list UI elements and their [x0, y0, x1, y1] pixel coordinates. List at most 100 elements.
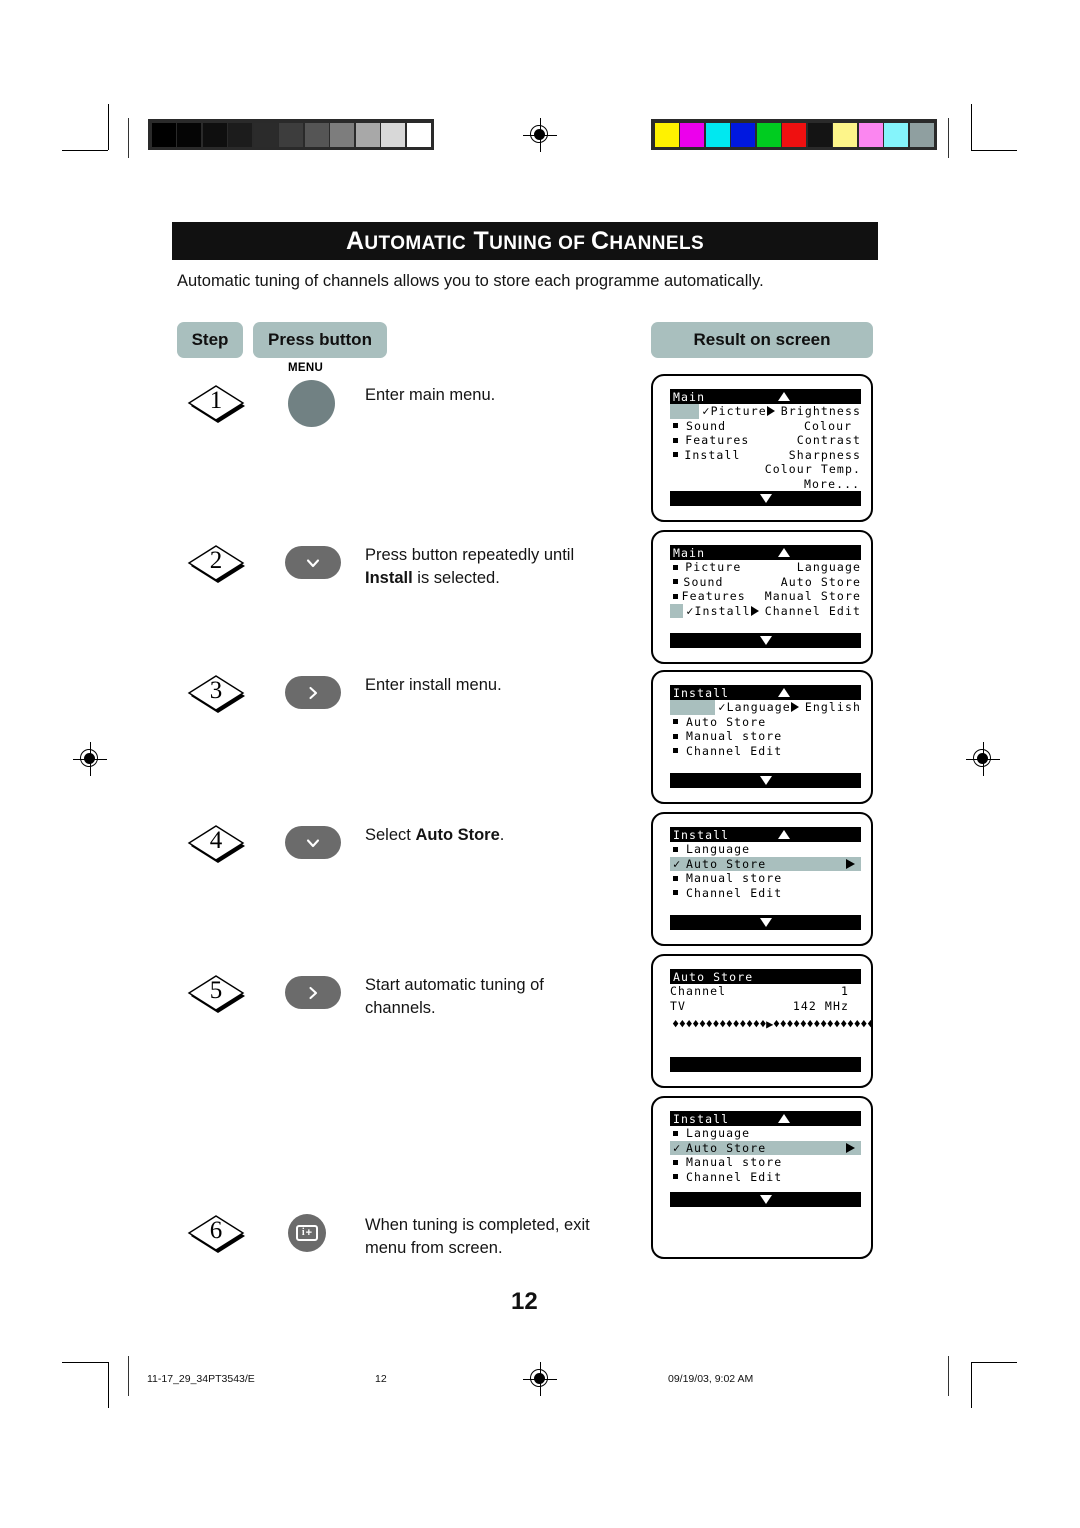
osd-row-value: Colour Temp.: [764, 462, 861, 477]
osd-menu-row[interactable]: Features Manual Store: [670, 589, 861, 604]
scroll-up-arrow-icon[interactable]: [778, 1114, 790, 1123]
chevron-right-icon: [309, 986, 318, 999]
osd-screen-panel: Install Language ✓ Auto Store Manual store Ch…: [651, 1096, 873, 1259]
osd-row-label: Picture: [710, 404, 767, 419]
osd-row-label: Manual store: [686, 871, 783, 886]
cursor-down-button[interactable]: [285, 546, 341, 579]
registration-mark-left: [73, 742, 107, 776]
scroll-up-arrow-icon[interactable]: [778, 548, 790, 557]
osd-menu-row[interactable]: ✓ Auto Store: [670, 856, 861, 871]
step-number-label: 1: [209, 386, 223, 414]
menu-button[interactable]: [288, 380, 335, 427]
cursor-right-button[interactable]: [285, 976, 341, 1009]
header-result-on-screen: Result on screen: [651, 322, 873, 358]
osd-menu-row[interactable]: Sound Auto Store: [670, 575, 861, 590]
osd-menu-row[interactable]: Language: [670, 842, 861, 857]
osd-screen-panel: Main ✓ Picture Brightness Sound Colour Feature…: [651, 374, 873, 522]
title-segment: OF: [552, 232, 591, 254]
cursor-right-button[interactable]: [285, 676, 341, 709]
row-highlight: [670, 700, 716, 715]
osd-row-label: Manual store: [686, 729, 783, 744]
osd-row-label: Picture: [685, 560, 742, 575]
osd-screen-panel: Install ✓ Language English Auto Store Manual …: [651, 670, 873, 804]
osd-menu-row[interactable]: Manual store: [670, 871, 861, 886]
osd-screen-content: Main Picture Language Sound Auto Store Featur…: [670, 545, 861, 652]
bullet-square-icon: [670, 886, 686, 900]
osd-screen-panel: Auto Store Channel 1 TV 142 MHz ♦♦♦♦♦♦♦♦♦♦♦♦♦…: [651, 954, 873, 1088]
submenu-arrow-icon: [846, 1142, 855, 1153]
scroll-up-arrow-icon[interactable]: [778, 688, 790, 697]
osd-title-text: Main: [673, 389, 706, 404]
osd-row-label: Language: [726, 700, 791, 715]
footer-job-id: 11-17_29_34PT3543/E: [147, 1373, 255, 1385]
osd-menu-row[interactable]: Install Sharpness: [670, 448, 861, 463]
scroll-down-arrow-icon[interactable]: [759, 1195, 772, 1204]
osd-menu-row[interactable]: ✓ Auto Store: [670, 1140, 861, 1155]
bullet-square-icon: [670, 871, 686, 885]
step-number-label: 6: [209, 1216, 223, 1244]
step-description-text: Enter main menu.: [365, 386, 496, 404]
scroll-up-arrow-icon[interactable]: [778, 830, 790, 839]
step-description: Press button repeatedly until Install is…: [365, 544, 615, 590]
submenu-arrow-icon: [766, 406, 775, 417]
step-description-text: Press button repeatedly until: [365, 546, 575, 564]
page-title: AUTOMATIC TUNING OF CHANNELS: [346, 227, 704, 256]
osd-screen-content: Auto Store Channel 1 TV 142 MHz ♦♦♦♦♦♦♦♦♦♦♦♦♦…: [670, 969, 871, 1076]
osd-menu-row[interactable]: ✓ Picture Brightness: [670, 404, 861, 419]
exit-screen-icon: i +: [296, 1225, 318, 1241]
osd-bottom-bar: [670, 633, 861, 648]
osd-menu-row[interactable]: Picture Language: [670, 560, 861, 575]
footer-timestamp: 09/19/03, 9:02 AM: [668, 1373, 754, 1385]
row-highlight: [670, 603, 684, 618]
step-description-text: .: [499, 826, 505, 844]
step-description-text: is selected.: [412, 568, 500, 587]
osd-menu-row[interactable]: Auto Store: [670, 715, 861, 730]
scroll-down-arrow-icon[interactable]: [759, 636, 772, 645]
osd-bottom-bar: [670, 773, 861, 788]
osd-status-row: TV 142 MHz: [670, 999, 861, 1014]
osd-menu-row[interactable]: Language: [670, 1126, 861, 1141]
footer-page: 12: [375, 1373, 387, 1385]
osd-menu-row[interactable]: Sound Colour: [670, 419, 861, 434]
title-segment: UNING: [489, 232, 553, 254]
bullet-square-icon: [670, 1155, 686, 1169]
osd-title-bar: Install: [670, 1111, 861, 1126]
cursor-down-button[interactable]: [285, 826, 341, 859]
osd-menu-row[interactable]: ✓ Install Channel Edit: [670, 603, 861, 618]
osd-menu-row[interactable]: Manual store: [670, 729, 861, 744]
osd-menu-row[interactable]: Channel Edit: [670, 886, 861, 901]
osd-menu-row[interactable]: More...: [670, 477, 861, 492]
osd-menu-row[interactable]: Features Contrast: [670, 433, 861, 448]
scroll-down-arrow-icon[interactable]: [759, 918, 772, 927]
osd-title-bar: Install: [670, 685, 861, 700]
scroll-down-arrow-icon[interactable]: [759, 776, 772, 785]
color-patch: [731, 122, 755, 147]
scroll-up-arrow-icon[interactable]: [778, 392, 790, 401]
osd-row-value: More...: [804, 476, 861, 491]
osd-screen-content: Install Language ✓ Auto Store Manual store Ch…: [670, 1111, 861, 1247]
osd-row-label: Manual store: [686, 1155, 783, 1170]
osd-menu-row[interactable]: Channel Edit: [670, 1170, 861, 1185]
osd-menu-rows: ✓ Picture Brightness Sound Colour Features Con…: [670, 404, 861, 491]
osd-row-label: Auto Store: [686, 1140, 767, 1155]
color-patch: [756, 122, 781, 147]
osd-row-value: Brightness: [780, 404, 861, 419]
osd-menu-row[interactable]: Manual store: [670, 1155, 861, 1170]
menu-button-caption: MENU: [288, 362, 324, 374]
osd-row-value: Manual Store: [764, 589, 861, 604]
osd-menu-row[interactable]: Channel Edit: [670, 744, 861, 759]
crop-mark-tr-h: [971, 150, 1017, 151]
step-number-label: 2: [209, 546, 223, 574]
scroll-down-arrow-icon[interactable]: [759, 494, 772, 503]
step-description: Start automatic tuning of channels.: [365, 974, 615, 1020]
row-highlight: [670, 404, 700, 419]
chevron-down-icon: [306, 838, 320, 847]
osd-menu-row[interactable]: ✓ Language English: [670, 700, 861, 715]
osd-menu-rows: ✓ Language English Auto Store Manual store Ch…: [670, 700, 861, 758]
exit-screen-button[interactable]: i +: [288, 1214, 326, 1252]
header-press-button: Press button: [253, 322, 387, 358]
osd-menu-row[interactable]: Colour Temp.: [670, 462, 861, 477]
osd-status-row: Channel 1: [670, 984, 861, 999]
grayscale-patch: [151, 122, 176, 147]
checkmark-icon: ✓: [702, 404, 711, 419]
